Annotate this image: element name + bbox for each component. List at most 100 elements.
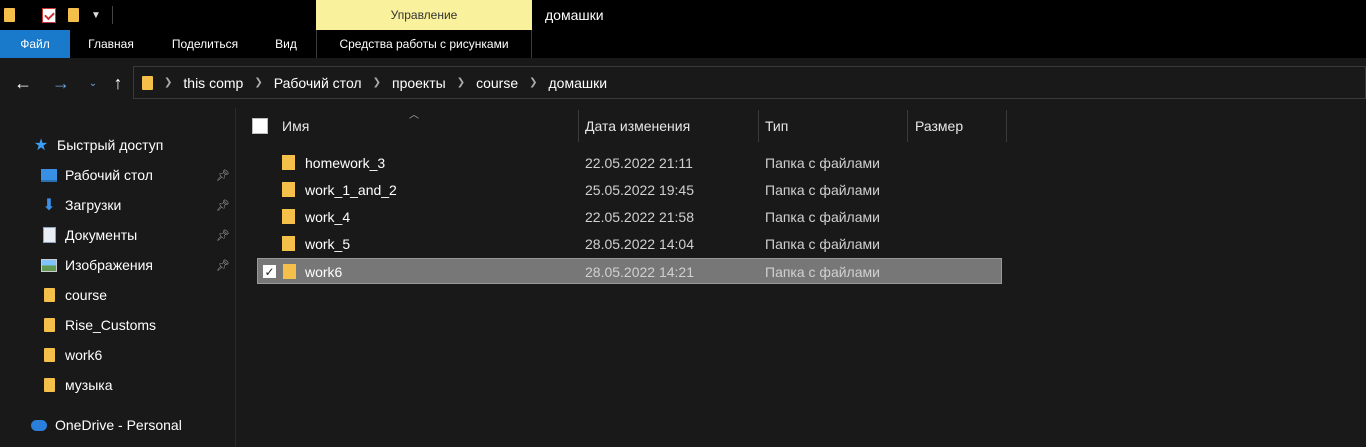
window-title: домашки xyxy=(545,7,604,23)
sidebar-item-pictures[interactable]: Изображения 📌︎ xyxy=(0,250,236,280)
chevron-right-icon: ❯ xyxy=(164,77,173,88)
sidebar-item-course[interactable]: course xyxy=(0,280,236,310)
cloud-icon xyxy=(31,417,47,433)
column-header-name[interactable]: Имя xyxy=(282,108,576,144)
divider xyxy=(112,6,113,24)
sidebar-item-documents[interactable]: Документы 📌︎ xyxy=(0,220,236,250)
chevron-right-icon[interactable]: ❯ xyxy=(373,77,381,88)
tab-view[interactable]: Вид xyxy=(264,30,308,58)
pin-icon[interactable]: 📌︎ xyxy=(216,229,230,242)
folder-icon xyxy=(41,377,57,393)
sidebar-item-label: Документы xyxy=(65,227,138,243)
file-type: Папка с файлами xyxy=(765,264,880,280)
column-divider[interactable] xyxy=(758,110,759,142)
breadcrumb-this-comp[interactable]: this comp xyxy=(183,75,243,91)
file-row[interactable]: homework_3 22.05.2022 21:11 Папка с файл… xyxy=(257,150,1002,176)
chevron-right-icon[interactable]: ❯ xyxy=(254,77,262,88)
folder-icon xyxy=(282,209,295,224)
ribbon-tabs: Файл Главная Поделиться Вид Средства раб… xyxy=(0,30,1366,58)
pin-icon[interactable]: 📌︎ xyxy=(216,259,230,272)
breadcrumb-current[interactable]: домашки xyxy=(549,75,608,91)
forward-arrow-icon[interactable]: → xyxy=(50,72,72,94)
file-name: work_4 xyxy=(305,209,351,225)
pin-icon[interactable]: 📌︎ xyxy=(216,169,230,182)
sidebar-item-desktop[interactable]: Рабочий стол 📌︎ xyxy=(0,160,236,190)
customize-toolbar-icon[interactable]: ▼ xyxy=(90,6,102,24)
navigation-pane: ★ Быстрый доступ Рабочий стол 📌︎ ⬇ Загру… xyxy=(0,108,236,447)
sidebar-item-rise-customs[interactable]: Rise_Customs xyxy=(0,310,236,340)
documents-icon xyxy=(41,227,57,243)
up-arrow-icon[interactable]: ↑ xyxy=(107,72,129,94)
desktop-icon xyxy=(41,167,57,183)
file-type: Папка с файлами xyxy=(765,236,880,252)
sidebar-item-label: work6 xyxy=(65,347,103,363)
tab-share[interactable]: Поделиться xyxy=(160,30,250,58)
sidebar-item-label: Rise_Customs xyxy=(65,317,157,333)
folder-icon xyxy=(282,155,295,170)
file-date: 22.05.2022 21:58 xyxy=(585,209,694,225)
sidebar-item-label: Загрузки xyxy=(65,197,122,213)
sidebar-item-downloads[interactable]: ⬇ Загрузки 📌︎ xyxy=(0,190,236,220)
folder-icon xyxy=(282,236,295,251)
column-divider[interactable] xyxy=(578,110,579,142)
select-all-checkbox[interactable] xyxy=(252,118,268,134)
file-type: Папка с файлами xyxy=(765,182,880,198)
pictures-icon xyxy=(41,257,57,273)
tab-home[interactable]: Главная xyxy=(76,30,146,58)
file-type: Папка с файлами xyxy=(765,155,880,171)
folder-icon xyxy=(41,317,57,333)
column-header-size[interactable]: Размер xyxy=(915,108,1005,144)
sidebar-item-label: Изображения xyxy=(65,257,153,273)
address-bar[interactable]: ❯ this comp ❯ Рабочий стол ❯ проекты ❯ c… xyxy=(133,66,1366,99)
file-name: work6 xyxy=(305,264,343,280)
folder-icon xyxy=(282,182,295,197)
sidebar-item-work6[interactable]: work6 xyxy=(0,340,236,370)
recent-locations-chevron-icon[interactable]: ⌄ xyxy=(82,72,104,94)
chevron-right-icon[interactable]: ❯ xyxy=(457,77,465,88)
file-name: homework_3 xyxy=(305,155,386,171)
tab-picture-tools[interactable]: Средства работы с рисунками xyxy=(316,30,532,58)
sidebar-item-music[interactable]: музыка xyxy=(0,370,236,400)
sidebar-item-label: course xyxy=(65,287,108,303)
back-arrow-icon[interactable]: ← xyxy=(12,72,34,94)
sidebar-item-label: Рабочий стол xyxy=(65,167,153,183)
breadcrumb-projects[interactable]: проекты xyxy=(392,75,446,91)
sidebar-item-onedrive[interactable]: OneDrive - Personal xyxy=(0,410,236,440)
pin-icon[interactable]: 📌︎ xyxy=(216,199,230,212)
sidebar-item-label: OneDrive - Personal xyxy=(55,417,182,433)
file-date: 28.05.2022 14:04 xyxy=(585,236,694,252)
folder-icon xyxy=(41,347,57,363)
file-type: Папка с файлами xyxy=(765,209,880,225)
folder-icon xyxy=(283,264,296,279)
new-folder-icon[interactable] xyxy=(66,6,80,24)
chevron-right-icon[interactable]: ❯ xyxy=(529,77,537,88)
column-divider[interactable] xyxy=(1006,110,1007,142)
column-header-type[interactable]: Тип xyxy=(765,108,905,144)
folder-icon[interactable] xyxy=(2,6,16,24)
file-date: 28.05.2022 14:21 xyxy=(585,264,694,280)
file-date: 22.05.2022 21:11 xyxy=(585,155,693,171)
properties-icon[interactable] xyxy=(40,6,58,24)
title-bar: ▼ Управление домашки xyxy=(0,0,1366,30)
context-tab-manage[interactable]: Управление xyxy=(316,0,532,30)
file-row[interactable]: work_5 28.05.2022 14:04 Папка с файлами xyxy=(257,231,1002,257)
sidebar-item-quick-access[interactable]: ★ Быстрый доступ xyxy=(0,130,236,160)
download-icon: ⬇ xyxy=(42,197,56,214)
file-name: work_1_and_2 xyxy=(305,182,397,198)
tab-file[interactable]: Файл xyxy=(0,30,70,58)
column-header-date[interactable]: Дата изменения xyxy=(585,108,755,144)
column-divider[interactable] xyxy=(907,110,908,142)
sidebar-item-label: Быстрый доступ xyxy=(57,137,164,153)
file-row-selected[interactable]: ✓ work6 28.05.2022 14:21 Папка с файлами xyxy=(257,258,1002,284)
star-icon: ★ xyxy=(33,137,49,154)
breadcrumb-desktop[interactable]: Рабочий стол xyxy=(274,75,362,91)
file-row[interactable]: work_1_and_2 25.05.2022 19:45 Папка с фа… xyxy=(257,177,1002,203)
sidebar-item-label: музыка xyxy=(65,377,113,393)
row-checkbox[interactable]: ✓ xyxy=(262,264,277,279)
file-name: work_5 xyxy=(305,236,351,252)
file-row[interactable]: work_4 22.05.2022 21:58 Папка с файлами xyxy=(257,204,1002,230)
breadcrumb-course[interactable]: course xyxy=(476,75,518,91)
folder-icon xyxy=(41,287,57,303)
folder-icon xyxy=(142,75,153,90)
file-date: 25.05.2022 19:45 xyxy=(585,182,694,198)
